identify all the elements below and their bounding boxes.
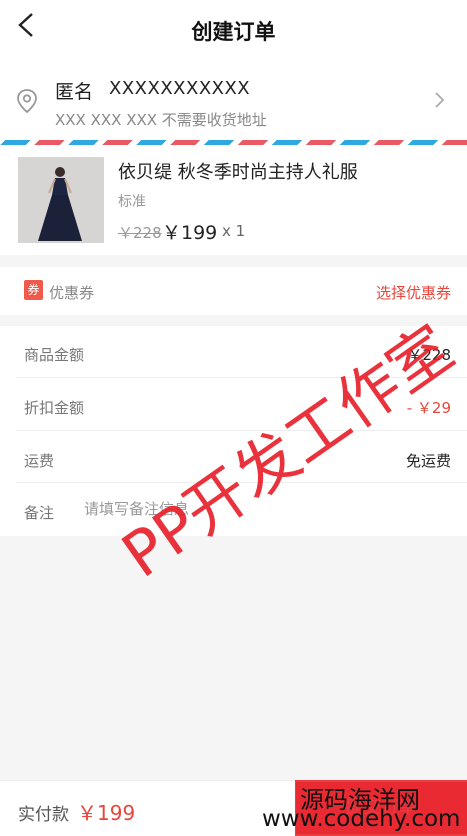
select-coupon-link[interactable]: 选择优惠券 (376, 282, 451, 303)
location-pin-icon (16, 88, 38, 114)
divider (16, 430, 467, 431)
remark-input[interactable] (84, 500, 444, 518)
watermark-site-url: www.codehy.com (262, 806, 461, 832)
goods-amount-label: 商品金额 (24, 346, 85, 364)
goods-amount-value: ￥228 (407, 346, 451, 364)
address-detail: XXX XXX XXX 不需要收货地址 (55, 111, 267, 129)
product-price: ￥199 (162, 222, 218, 244)
remark-label: 备注 (24, 504, 55, 522)
product-image (18, 157, 104, 243)
divider (16, 377, 467, 378)
product-quantity: x 1 (222, 222, 246, 240)
product-spec: 标准 (118, 194, 146, 210)
coupon-icon: 券 (24, 280, 43, 300)
shipping-value: 免运费 (405, 452, 451, 470)
shipping-label: 运费 (24, 452, 55, 470)
page-title: 创建订单 (191, 20, 276, 44)
coupon-label: 优惠券 (49, 284, 95, 302)
divider (16, 482, 467, 483)
total-pay-label: 实付款 (18, 805, 69, 825)
chevron-right-icon[interactable] (432, 90, 446, 110)
original-price: ￥228 (118, 224, 162, 242)
discount-amount-label: 折扣金额 (24, 399, 85, 417)
recipient-phone: XXXXXXXXXXX (109, 78, 251, 99)
product-name: 依贝缇 秋冬季时尚主持人礼服 (118, 162, 358, 183)
recipient-name: 匿名 (55, 81, 94, 103)
total-pay-amount: ￥199 (77, 801, 136, 825)
discount-amount-value: - ￥29 (406, 399, 451, 417)
